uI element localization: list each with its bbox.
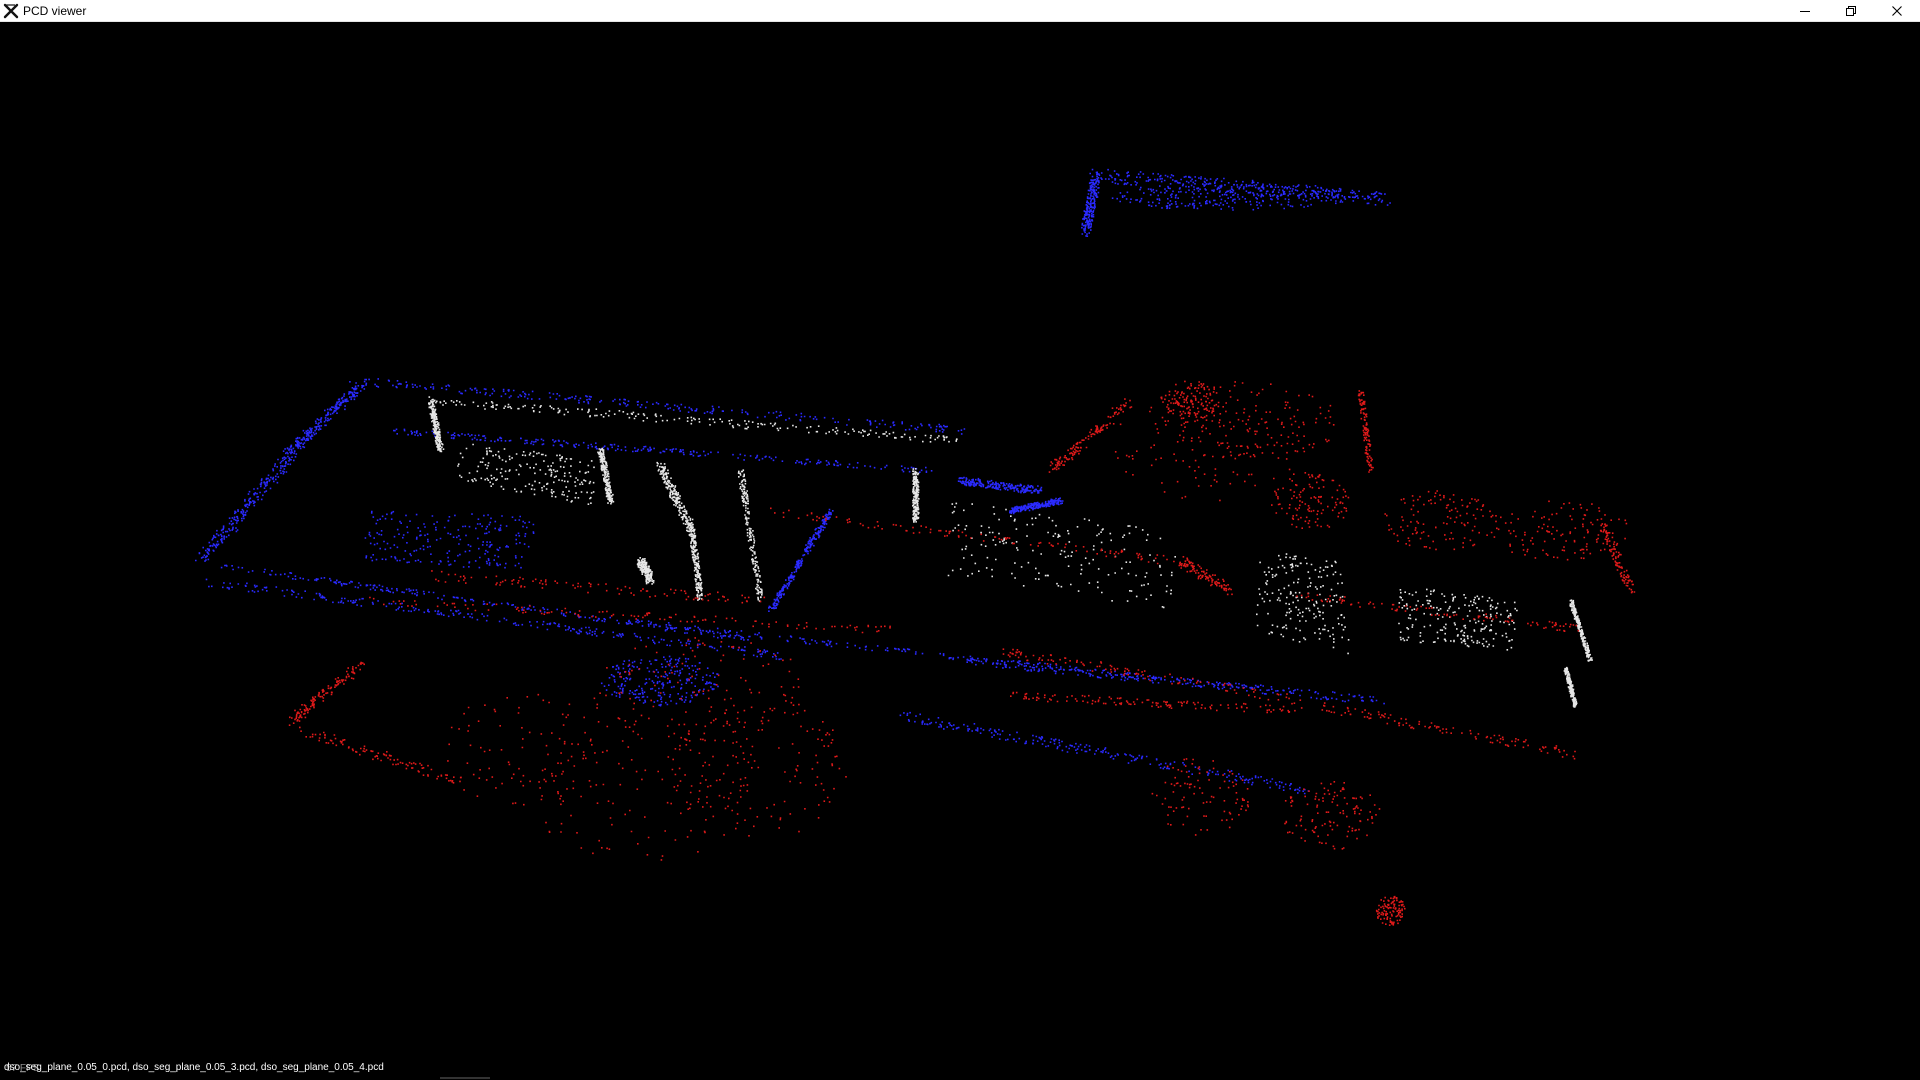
viewport-edge-marker (440, 1077, 490, 1079)
window-controls (1782, 0, 1920, 22)
point-cloud-viewport[interactable] (0, 22, 1920, 1080)
pcl-x-icon (0, 0, 22, 22)
title-bar[interactable]: PCD viewer (0, 0, 1920, 22)
white-point-cloud (428, 396, 1593, 708)
minimize-icon (1800, 11, 1810, 12)
pcd-viewer-window: PCD viewer 57 FPS dso_seg_plane_0.05_0.p… (0, 0, 1920, 1080)
restore-icon (1846, 6, 1856, 16)
red-point-cloud (288, 380, 1636, 927)
close-icon (1892, 6, 1902, 16)
blue-point-cloud (195, 168, 1391, 795)
window-title: PCD viewer (23, 3, 87, 18)
point-cloud-canvas[interactable] (0, 22, 1920, 1080)
loaded-files-status: dso_seg_plane_0.05_0.pcd, dso_seg_plane_… (4, 1062, 384, 1073)
close-button[interactable] (1874, 0, 1920, 22)
minimize-button[interactable] (1782, 0, 1828, 22)
restore-button[interactable] (1828, 0, 1874, 22)
